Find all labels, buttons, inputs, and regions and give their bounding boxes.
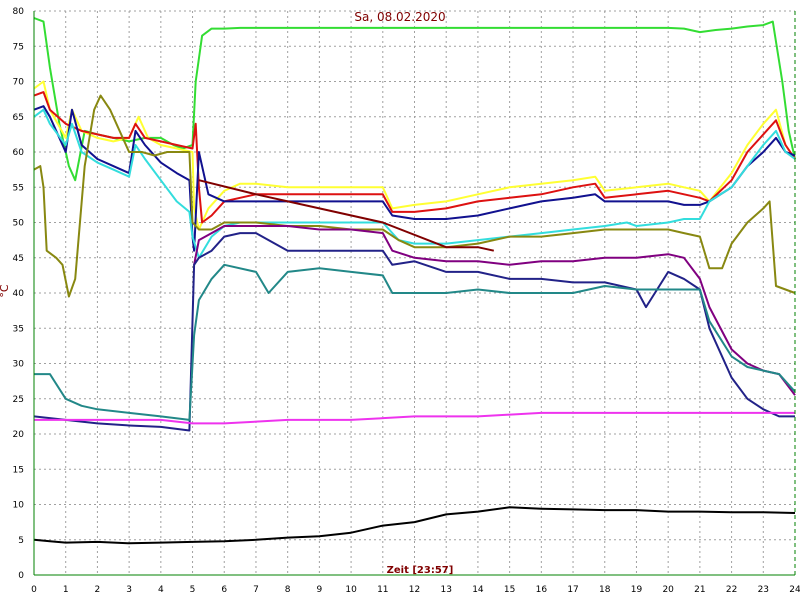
x-tick-label: 24 bbox=[789, 585, 800, 595]
y-tick-label: 55 bbox=[13, 183, 24, 193]
x-tick-label: 15 bbox=[504, 585, 515, 595]
x-tick-label: 14 bbox=[472, 585, 484, 595]
chart-background bbox=[0, 0, 800, 600]
x-tick-label: 16 bbox=[536, 585, 548, 595]
y-tick-label: 70 bbox=[13, 78, 25, 88]
y-tick-label: 0 bbox=[18, 571, 24, 581]
x-tick-label: 0 bbox=[31, 585, 37, 595]
x-tick-label: 4 bbox=[158, 585, 164, 595]
x-tick-label: 8 bbox=[285, 585, 291, 595]
x-tick-label: 11 bbox=[377, 585, 388, 595]
x-tick-label: 7 bbox=[253, 585, 259, 595]
y-axis-label: °C bbox=[0, 284, 11, 298]
x-tick-label: 20 bbox=[662, 585, 674, 595]
chart-title: Sa, 08.02.2020 bbox=[354, 10, 445, 24]
y-tick-label: 45 bbox=[13, 254, 24, 264]
x-axis-label: Zeit [23:57] bbox=[387, 565, 454, 576]
x-tick-label: 10 bbox=[345, 585, 357, 595]
x-tick-label: 22 bbox=[726, 585, 737, 595]
x-tick-label: 9 bbox=[317, 585, 323, 595]
x-tick-label: 21 bbox=[694, 585, 705, 595]
x-tick-label: 12 bbox=[409, 585, 420, 595]
y-tick-label: 80 bbox=[13, 7, 25, 17]
y-tick-label: 5 bbox=[18, 536, 24, 546]
x-tick-label: 2 bbox=[95, 585, 101, 595]
y-tick-label: 40 bbox=[13, 289, 25, 299]
x-tick-label: 5 bbox=[190, 585, 196, 595]
y-tick-label: 65 bbox=[13, 113, 24, 123]
y-tick-label: 35 bbox=[13, 324, 24, 334]
x-tick-label: 3 bbox=[126, 585, 132, 595]
line-chart: 0 1 2 3 4 5 6 7 8 9 10 11 12 13 14 15 16 17 18 19 20 21 22 23 24… bbox=[0, 0, 800, 600]
x-tick-label: 19 bbox=[631, 585, 643, 595]
y-tick-label: 15 bbox=[13, 465, 24, 475]
y-tick-label: 30 bbox=[13, 360, 25, 370]
x-tick-label: 6 bbox=[221, 585, 227, 595]
y-tick-label: 25 bbox=[13, 395, 24, 405]
x-tick-label: 13 bbox=[440, 585, 451, 595]
x-tick-label: 23 bbox=[758, 585, 769, 595]
x-tick-label: 1 bbox=[63, 585, 69, 595]
y-tick-label: 20 bbox=[13, 430, 25, 440]
y-tick-label: 60 bbox=[13, 148, 25, 158]
y-tick-label: 75 bbox=[13, 42, 24, 52]
x-tick-label: 18 bbox=[599, 585, 611, 595]
y-tick-label: 10 bbox=[13, 501, 25, 511]
y-tick-label: 50 bbox=[13, 219, 25, 229]
x-tick-label: 17 bbox=[567, 585, 578, 595]
chart-container: 0 1 2 3 4 5 6 7 8 9 10 11 12 13 14 15 16 17 18 19 20 21 22 23 24… bbox=[0, 0, 800, 600]
